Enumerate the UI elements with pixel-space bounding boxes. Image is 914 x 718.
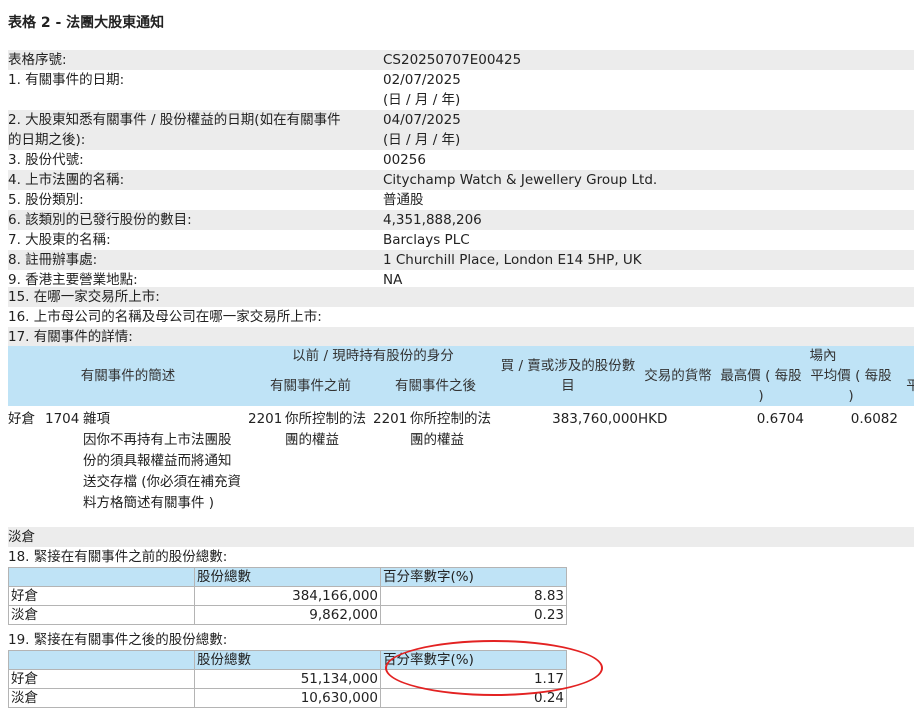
header-total-shares: 股份總數 [194, 567, 381, 587]
field-value: 04/07/2025 [383, 112, 461, 128]
row-shares: 10,630,000 [194, 688, 381, 708]
row-label: 淡倉 [8, 688, 195, 708]
field-label: 2. 大股東知悉有關事件 / 股份權益的日期(如在有關事件 [8, 112, 341, 128]
event-desc-cell: 雜項 因你不再持有上市法團股份的須具報權益而將通知送交存檔 (你必須在補充資料方… [83, 406, 248, 516]
field-company-name: 4. 上市法團的名稱: Citychamp Watch & Jewellery … [8, 170, 914, 190]
event-high-price: 0.6704 [756, 411, 804, 427]
question-15: 15. 在哪一家交易所上市: [8, 287, 914, 307]
before-totals-table: 股份總數 百分率數字(%) 好倉 384,166,000 8.83 淡倉 9,862,0… [8, 567, 567, 625]
form-fields: 表格序號: CS20250707E00425 1. 有關事件的日期: 02/07… [8, 50, 914, 290]
event-desc: 雜項 [83, 411, 110, 427]
field-value: Barclays PLC [383, 232, 470, 248]
form-title: 表格 2 - 法團大股東通知 [8, 15, 165, 31]
question-16: 16. 上市母公司的名稱及母公司在哪一家交易所上市: [8, 309, 322, 325]
event-row: 好倉 1704 雜項 因你不再持有上市法團股份的須具報權益而將通知送交存檔 (你… [8, 406, 914, 516]
field-issued-shares: 6. 該類別的已發行股份的數目: 4,351,888,206 [8, 210, 914, 230]
before-code: 2201 [248, 411, 283, 427]
field-share-class: 5. 股份類別: 普通股 [8, 190, 914, 210]
row-percentage: 8.83 [380, 586, 567, 606]
row-shares: 384,166,000 [194, 586, 381, 606]
after-capacity: 你所控制的法團的權益 [410, 411, 491, 448]
header-avg-price: 平均價 ( 每股 ) [804, 366, 898, 406]
field-value: 4,351,888,206 [383, 212, 482, 228]
field-registered-office: 8. 註冊辦事處: 1 Churchill Place, London E14 … [8, 250, 914, 270]
header-event-desc: 有關事件的簡述 [8, 346, 248, 406]
event-details-table: 有關事件的簡述 以前 / 現時持有股份的身分 買 / 賣或涉及的股份數目 交易的… [8, 346, 914, 516]
event-desc-detail: 因你不再持有上市法團股份的須具報權益而將通知送交存檔 (你必須在補充資料方格簡述… [83, 432, 242, 511]
event-currency: HKD [638, 411, 668, 427]
red-circle-annotation [385, 640, 603, 696]
event-shares: 383,760,000 [552, 411, 638, 427]
table-row: 淡倉 9,862,000 0.23 [8, 605, 567, 625]
event-code: 1704 [45, 411, 80, 427]
field-value: 00256 [383, 152, 426, 168]
row-label: 淡倉 [8, 605, 195, 625]
header-currency: 交易的貨幣 [638, 346, 718, 406]
event-position: 好倉 [8, 411, 35, 427]
field-serial: 表格序號: CS20250707E00425 [8, 50, 914, 70]
header-capacity: 以前 / 現時持有股份的身分 [248, 346, 498, 366]
row-shares: 51,134,000 [194, 669, 381, 689]
question-17: 17. 有關事件的詳情: [8, 327, 914, 347]
event-avg-price: 0.6082 [850, 411, 898, 427]
question-19: 19. 緊接在有關事件之後的股份總數: [8, 632, 228, 648]
header-before: 有關事件之前 [248, 366, 373, 406]
field-value: Citychamp Watch & Jewellery Group Ltd. [383, 172, 658, 188]
field-label: 6. 該類別的已發行股份的數目: [8, 212, 192, 228]
field-label: 5. 股份類別: [8, 192, 84, 208]
field-label: 1. 有關事件的日期: [8, 72, 125, 88]
header-high-price: 最高價 ( 每股 ) [718, 366, 804, 406]
field-stock-code: 3. 股份代號: 00256 [8, 150, 914, 170]
row-label: 好倉 [8, 586, 195, 606]
date-format-hint: (日 / 月 / 年) [383, 92, 461, 108]
after-code: 2201 [373, 411, 408, 427]
field-value: CS20250707E00425 [383, 52, 522, 68]
field-value: 02/07/2025 [383, 72, 461, 88]
row-label: 好倉 [8, 669, 195, 689]
header-more: 平 [898, 366, 914, 406]
header-after: 有關事件之後 [373, 366, 498, 406]
header-shares: 買 / 賣或涉及的股份數目 [498, 346, 638, 406]
field-value: 普通股 [383, 192, 424, 208]
field-label: 8. 註冊辦事處: [8, 252, 98, 268]
field-event-date: 1. 有關事件的日期: 02/07/2025 (日 / 月 / 年) [8, 70, 914, 110]
field-label: 4. 上市法團的名稱: [8, 172, 125, 188]
field-value: 1 Churchill Place, London E14 5HP, UK [383, 252, 642, 268]
short-position-label: 淡倉 [8, 527, 914, 547]
date-format-hint: (日 / 月 / 年) [383, 132, 461, 148]
header-percentage: 百分率數字(%) [380, 567, 567, 587]
header-total-shares: 股份總數 [194, 650, 381, 670]
field-label: 3. 股份代號: [8, 152, 84, 168]
field-label: 7. 大股東的名稱: [8, 232, 111, 248]
field-label: 表格序號: [8, 52, 67, 68]
table-row: 好倉 384,166,000 8.83 [8, 586, 567, 606]
field-label-cont: 的日期之後): [8, 132, 86, 148]
before-capacity: 你所控制的法團的權益 [285, 411, 366, 448]
header-on-exchange: 場內 [718, 346, 914, 366]
question-18: 18. 緊接在有關事件之前的股份總數: [8, 549, 228, 565]
field-shareholder-name: 7. 大股東的名稱: Barclays PLC [8, 230, 914, 250]
row-percentage: 0.23 [380, 605, 567, 625]
row-shares: 9,862,000 [194, 605, 381, 625]
field-aware-date: 2. 大股東知悉有關事件 / 股份權益的日期(如在有關事件 的日期之後): 04/… [8, 110, 914, 150]
